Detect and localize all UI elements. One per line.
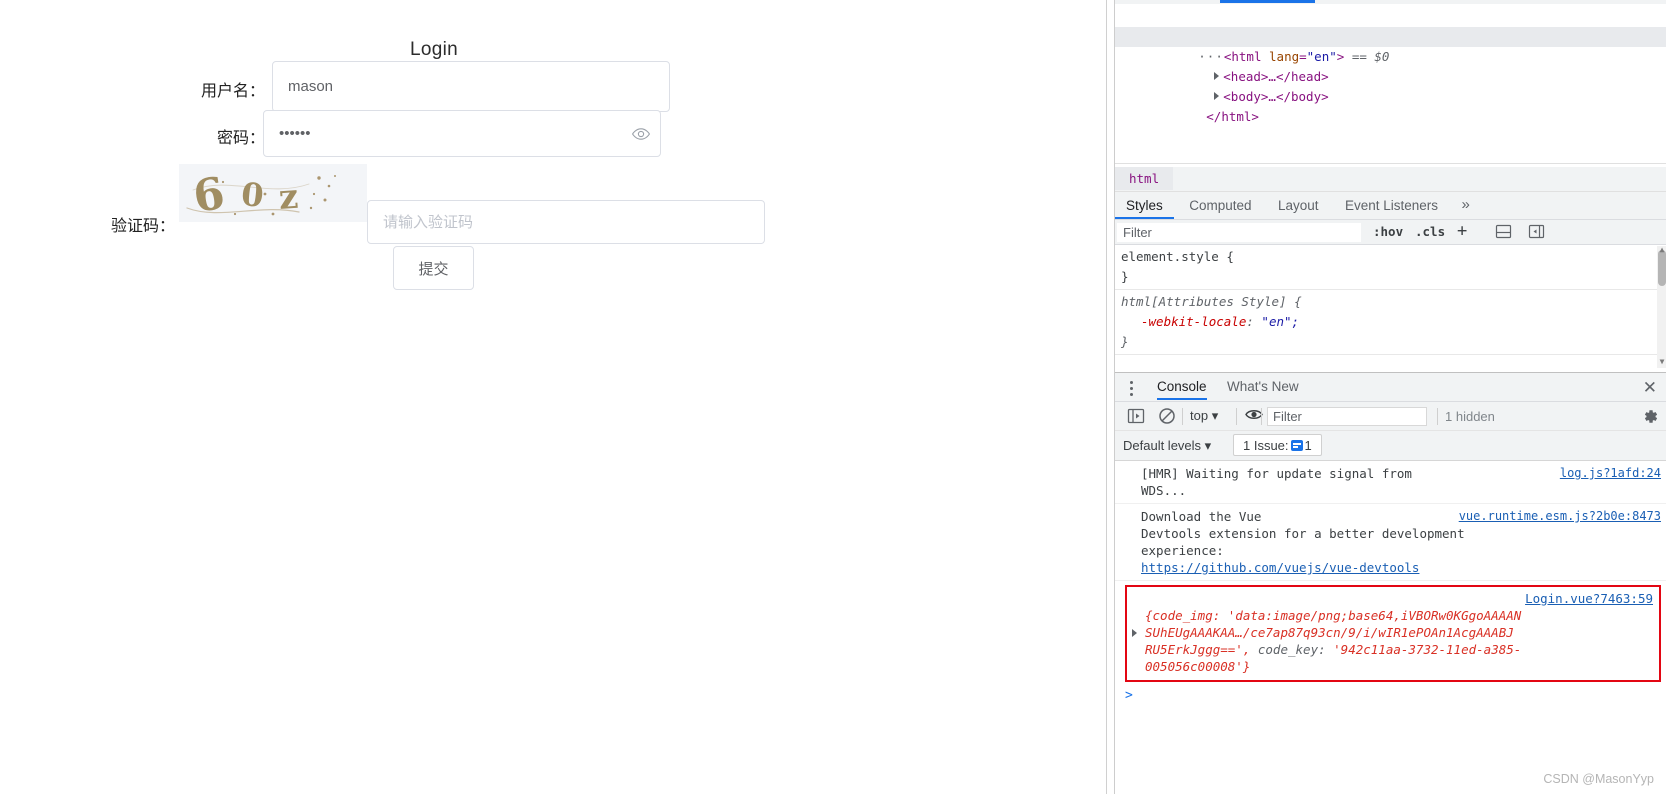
message-source-link[interactable]: log.js?1afd:24 bbox=[1560, 465, 1661, 482]
tab-computed[interactable]: Computed bbox=[1178, 193, 1262, 217]
dom-line-html-close[interactable]: </html> bbox=[1115, 87, 1666, 124]
password-input[interactable] bbox=[263, 110, 661, 157]
dom-line-body[interactable]: <body>…</body> bbox=[1115, 67, 1666, 104]
eye-icon[interactable] bbox=[631, 124, 651, 144]
svg-text:0: 0 bbox=[239, 175, 265, 215]
toolbar-divider bbox=[1261, 408, 1262, 425]
expand-object-arrow-icon[interactable] bbox=[1132, 629, 1137, 637]
settings-gear-icon[interactable] bbox=[1642, 408, 1659, 430]
cls-button[interactable]: .cls bbox=[1415, 224, 1445, 239]
new-style-rule-button[interactable]: + bbox=[1457, 221, 1467, 241]
rule-close-brace: } bbox=[1121, 269, 1129, 284]
more-options-icon[interactable] bbox=[1130, 381, 1133, 396]
log-levels-value: Default levels bbox=[1123, 438, 1202, 453]
devtools-panel: <!DOCTYPE html> ···<html lang="en"> == $… bbox=[1106, 0, 1666, 794]
message-text-line-3: experience: bbox=[1141, 543, 1224, 558]
message-text-line-2: Devtools extension for a better developm… bbox=[1141, 526, 1465, 541]
object-line-2: SUhEUgAAAKAA…/ce7ap87q93cn/9/i/wIR1ePOAn… bbox=[1145, 625, 1514, 640]
highlighted-source-link[interactable]: Login.vue?7463:59 bbox=[1525, 591, 1653, 606]
breadcrumb: html bbox=[1115, 167, 1666, 192]
rule-close-brace: } bbox=[1121, 334, 1129, 349]
vue-devtools-link[interactable]: https://github.com/vuejs/vue-devtools bbox=[1141, 559, 1661, 576]
message-source-link[interactable]: vue.runtime.esm.js?2b0e:8473 bbox=[1459, 508, 1661, 525]
css-property-value[interactable]: "en"; bbox=[1254, 314, 1299, 329]
captcha-input[interactable] bbox=[367, 200, 765, 244]
console-sidebar-icon[interactable] bbox=[1127, 407, 1145, 430]
rule-selector: html[Attributes Style] { bbox=[1121, 294, 1302, 309]
dom-line-html[interactable]: ···<html lang="en"> == $0 bbox=[1115, 27, 1666, 64]
console-context-value: top bbox=[1190, 408, 1209, 423]
message-text-line-2: WDS... bbox=[1141, 483, 1187, 498]
object-line-1: {code_img: 'data:image/png;base64,iVBORw… bbox=[1145, 608, 1522, 623]
breadcrumb-item-html[interactable]: html bbox=[1115, 167, 1174, 190]
issue-icon bbox=[1290, 440, 1303, 451]
close-icon[interactable]: ✕ bbox=[1643, 379, 1657, 396]
screenshot-root: Login 用户名： 密码： 验证码： 6 0 z bbox=[0, 0, 1666, 794]
login-page: Login 用户名： 密码： 验证码： 6 0 z bbox=[0, 0, 1106, 794]
tab-styles[interactable]: Styles bbox=[1115, 193, 1174, 219]
svg-text:z: z bbox=[277, 177, 299, 218]
html-close-text: </html> bbox=[1206, 109, 1259, 124]
watermark: CSDN @MasonYyp bbox=[1543, 772, 1654, 786]
toolbar-divider bbox=[1236, 408, 1237, 425]
toolbar-divider bbox=[1437, 408, 1438, 425]
issues-prefix: 1 Issue: bbox=[1243, 438, 1289, 453]
css-declaration[interactable]: -webkit-locale: "en"; bbox=[1121, 312, 1661, 332]
tab-whats-new[interactable]: What's New bbox=[1227, 379, 1299, 398]
rule-selector: element.style { bbox=[1121, 249, 1234, 264]
dom-line-head[interactable]: <head>…</head> bbox=[1115, 47, 1666, 84]
console-drawer: Console What's New ✕ top ▾ Filter 1 hidd… bbox=[1115, 372, 1666, 794]
console-levels-bar: Default levels ▾ 1 Issue: 1 bbox=[1115, 431, 1666, 461]
dom-line-doctype[interactable]: <!DOCTYPE html> bbox=[1115, 7, 1666, 44]
devtools-left-edge bbox=[1107, 0, 1115, 794]
active-tab-underline bbox=[1220, 0, 1315, 3]
styles-filter-input[interactable] bbox=[1117, 223, 1361, 242]
highlighted-console-object[interactable]: Login.vue?7463:59 {code_img: 'data:image… bbox=[1125, 585, 1661, 682]
object-line-3-key: code_key: bbox=[1250, 642, 1326, 657]
issues-count: 1 bbox=[1304, 438, 1312, 453]
issues-badge[interactable]: 1 Issue: 1 bbox=[1233, 434, 1322, 456]
page-title: Login bbox=[410, 39, 458, 60]
console-toolbar: top ▾ 1 hidden bbox=[1115, 402, 1666, 431]
console-drawer-tabbar: Console What's New ✕ bbox=[1115, 373, 1666, 402]
captcha-image[interactable]: 6 0 z bbox=[179, 164, 367, 222]
scroll-up-arrow-icon[interactable]: ▲ bbox=[1658, 246, 1666, 254]
password-label: 密码： bbox=[216, 128, 265, 147]
object-line-4: 005056c00008'} bbox=[1145, 659, 1251, 674]
console-filter-input[interactable] bbox=[1267, 407, 1427, 426]
log-levels-selector[interactable]: Default levels ▾ bbox=[1123, 438, 1211, 454]
css-rule-element-style[interactable]: element.style { } bbox=[1115, 245, 1666, 290]
console-messages: log.js?1afd:24 [HMR] Waiting for update … bbox=[1115, 461, 1666, 794]
toggle-sidebar-icon[interactable] bbox=[1528, 223, 1545, 244]
username-label: 用户名： bbox=[200, 81, 265, 100]
tab-layout[interactable]: Layout bbox=[1267, 193, 1330, 217]
console-message-hmr[interactable]: log.js?1afd:24 [HMR] Waiting for update … bbox=[1115, 461, 1666, 504]
styles-scrollbar-thumb[interactable] bbox=[1658, 250, 1666, 286]
console-context-selector[interactable]: top ▾ bbox=[1190, 408, 1218, 424]
hov-button[interactable]: :hov bbox=[1373, 224, 1403, 239]
styles-tab-bar: Styles Computed Layout Event Listeners » bbox=[1115, 192, 1666, 220]
styles-filter-row: :hov .cls + bbox=[1115, 220, 1666, 245]
tab-console[interactable]: Console bbox=[1157, 379, 1207, 400]
tab-event-listeners[interactable]: Event Listeners bbox=[1334, 193, 1449, 217]
captcha-label: 验证码： bbox=[110, 216, 175, 235]
devtools-body: <!DOCTYPE html> ···<html lang="en"> == $… bbox=[1115, 0, 1666, 794]
computed-styles-sidebar-icon[interactable] bbox=[1495, 223, 1512, 244]
object-line-3-val: '942c11aa-3732-11ed-a385- bbox=[1325, 642, 1522, 657]
username-input[interactable] bbox=[272, 61, 670, 112]
console-prompt[interactable]: > bbox=[1115, 682, 1666, 708]
css-rules-list: element.style { } html[Attributes Style]… bbox=[1115, 245, 1666, 369]
css-rule-html-attributes[interactable]: html[Attributes Style] { -webkit-locale:… bbox=[1115, 290, 1666, 355]
object-line-3-value: RU5ErkJggg==', bbox=[1145, 642, 1251, 657]
dom-tree: <!DOCTYPE html> ···<html lang="en"> == $… bbox=[1115, 4, 1666, 164]
toolbar-divider bbox=[1182, 408, 1183, 425]
css-property-name[interactable]: -webkit-locale bbox=[1121, 314, 1246, 329]
more-tabs-icon[interactable]: » bbox=[1453, 192, 1477, 217]
console-message-vue-devtools[interactable]: vue.runtime.esm.js?2b0e:8473 Download th… bbox=[1115, 504, 1666, 581]
submit-button[interactable]: 提交 bbox=[393, 246, 474, 290]
scroll-down-arrow-icon[interactable]: ▼ bbox=[1658, 358, 1666, 366]
clear-console-icon[interactable] bbox=[1158, 407, 1176, 430]
hidden-messages-count: 1 hidden bbox=[1445, 409, 1495, 424]
